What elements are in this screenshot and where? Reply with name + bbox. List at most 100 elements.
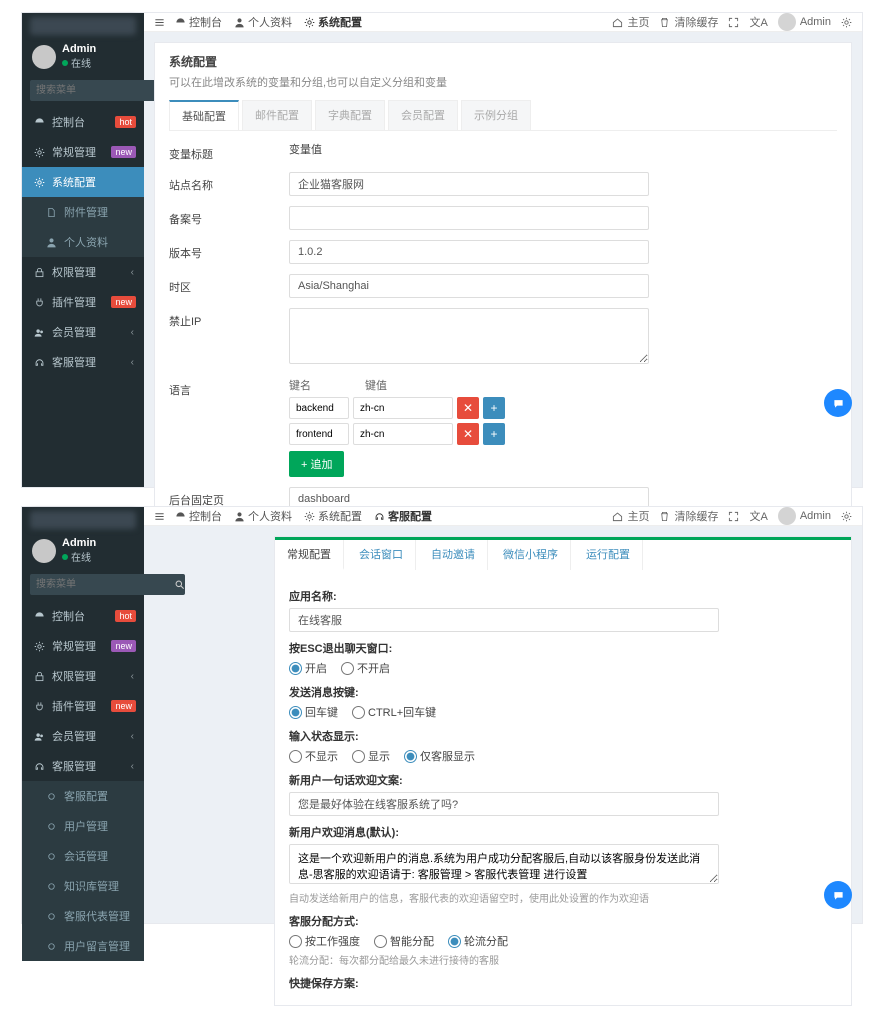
input-welcome[interactable] bbox=[289, 792, 719, 816]
radio-input[interactable] bbox=[352, 750, 365, 763]
topbar-user[interactable]: Admin bbox=[778, 507, 831, 525]
radio-input[interactable] bbox=[448, 935, 461, 948]
breadcrumb-item[interactable]: 控制台 bbox=[175, 14, 222, 30]
home-link[interactable]: 主页 bbox=[612, 14, 649, 30]
breadcrumb-item[interactable]: 客服配置 bbox=[374, 508, 432, 524]
radio-option[interactable]: 按工作强度 bbox=[289, 933, 360, 949]
tab[interactable]: 字典配置 bbox=[315, 100, 385, 130]
radio-input[interactable] bbox=[289, 750, 302, 763]
breadcrumb-item[interactable]: 个人资料 bbox=[234, 14, 292, 30]
breadcrumb-item[interactable]: 控制台 bbox=[175, 508, 222, 524]
clear-cache-button[interactable]: 清除缓存 bbox=[659, 14, 718, 30]
tab[interactable]: 微信小程序 bbox=[491, 540, 571, 570]
tab[interactable]: 运行配置 bbox=[574, 540, 643, 570]
toggle-sidebar-button[interactable] bbox=[154, 17, 165, 28]
radio-option[interactable]: 智能分配 bbox=[374, 933, 434, 949]
sidebar-item[interactable]: 常规管理new bbox=[22, 137, 144, 167]
input-version[interactable] bbox=[289, 240, 649, 264]
sidebar-item[interactable]: 系统配置 bbox=[22, 167, 144, 197]
home-link[interactable]: 主页 bbox=[612, 508, 649, 524]
kv-key-input[interactable] bbox=[289, 423, 349, 445]
radio-input[interactable] bbox=[374, 935, 387, 948]
tab[interactable]: 基础配置 bbox=[169, 100, 239, 130]
sidebar-item[interactable]: 客服管理‹ bbox=[22, 347, 144, 377]
kv-add-button[interactable]: + bbox=[483, 397, 505, 419]
headset-icon bbox=[32, 761, 46, 772]
radio-esc: 开启不开启 bbox=[289, 660, 837, 676]
sidebar-item[interactable]: 用户管理 bbox=[22, 811, 144, 841]
sidebar-item[interactable]: 客服代表管理 bbox=[22, 901, 144, 931]
sidebar-item[interactable]: 权限管理‹ bbox=[22, 661, 144, 691]
headset-icon bbox=[32, 357, 46, 368]
radio-option[interactable]: 开启 bbox=[289, 660, 327, 676]
radio-input[interactable] bbox=[289, 662, 302, 675]
radio-option[interactable]: 仅客服显示 bbox=[404, 748, 475, 764]
bars-icon bbox=[154, 511, 165, 522]
input-beian[interactable] bbox=[289, 206, 649, 230]
kefu-panel: 常规配置会话窗口自动邀请微信小程序运行配置 应用名称: 按ESC退出聊天窗口: … bbox=[274, 536, 852, 1006]
radio-option[interactable]: 回车键 bbox=[289, 704, 338, 720]
radio-option[interactable]: 不开启 bbox=[341, 660, 390, 676]
settings-button[interactable] bbox=[841, 511, 852, 522]
chat-bubble-button[interactable] bbox=[824, 389, 852, 417]
sidebar-item[interactable]: 控制台hot bbox=[22, 107, 144, 137]
kv-key-input[interactable] bbox=[289, 397, 349, 419]
kv-val-input[interactable] bbox=[353, 397, 453, 419]
radio-option[interactable]: 轮流分配 bbox=[448, 933, 508, 949]
append-button[interactable]: + 追加 bbox=[289, 451, 344, 477]
sidebar-user[interactable]: Admin 在线 bbox=[22, 529, 144, 570]
toggle-sidebar-button[interactable] bbox=[154, 511, 165, 522]
kv-add-button[interactable]: + bbox=[483, 423, 505, 445]
fullscreen-button[interactable] bbox=[728, 17, 739, 28]
radio-option[interactable]: 显示 bbox=[352, 748, 390, 764]
lang-switch[interactable]: 文A bbox=[749, 508, 767, 524]
radio-option[interactable]: 不显示 bbox=[289, 748, 338, 764]
sidebar-item[interactable]: 附件管理 bbox=[22, 197, 144, 227]
sidebar-item[interactable]: 会话管理 bbox=[22, 841, 144, 871]
textarea-denyip[interactable] bbox=[289, 308, 649, 364]
tab[interactable]: 自动邀请 bbox=[419, 540, 488, 570]
kv-delete-button[interactable]: ✕ bbox=[457, 397, 479, 419]
breadcrumb-item[interactable]: 系统配置 bbox=[304, 14, 362, 30]
topbar-user[interactable]: Admin bbox=[778, 13, 831, 31]
sidebar-item[interactable]: 插件管理new bbox=[22, 287, 144, 317]
sidebar-item[interactable]: 个人资料 bbox=[22, 227, 144, 257]
kv-head-v: 键值 bbox=[365, 377, 387, 393]
tab[interactable]: 常规配置 bbox=[275, 540, 344, 570]
kv-val-input[interactable] bbox=[353, 423, 453, 445]
sidebar-item[interactable]: 权限管理‹ bbox=[22, 257, 144, 287]
sidebar-item[interactable]: 会员管理‹ bbox=[22, 317, 144, 347]
sidebar-item[interactable]: 客服配置 bbox=[22, 781, 144, 811]
radio-input[interactable] bbox=[341, 662, 354, 675]
input-timezone[interactable] bbox=[289, 274, 649, 298]
clear-cache-button[interactable]: 清除缓存 bbox=[659, 508, 718, 524]
breadcrumb-item[interactable]: 个人资料 bbox=[234, 508, 292, 524]
tab[interactable]: 邮件配置 bbox=[242, 100, 312, 130]
sidebar-item[interactable]: 知识库管理 bbox=[22, 871, 144, 901]
sidebar-item[interactable]: 客服管理‹ bbox=[22, 751, 144, 781]
input-site-name[interactable] bbox=[289, 172, 649, 196]
lang-switch[interactable]: 文A bbox=[749, 14, 767, 30]
tab[interactable]: 会话窗口 bbox=[347, 540, 416, 570]
sidebar-item[interactable]: 控制台hot bbox=[22, 601, 144, 631]
sidebar-user[interactable]: Admin 在线 bbox=[22, 35, 144, 76]
radio-input[interactable] bbox=[352, 706, 365, 719]
sidebar-item[interactable]: 常规管理new bbox=[22, 631, 144, 661]
online-dot-icon bbox=[62, 554, 68, 560]
kv-delete-button[interactable]: ✕ bbox=[457, 423, 479, 445]
input-appname[interactable] bbox=[289, 608, 719, 632]
textarea-welcomemsg[interactable] bbox=[289, 844, 719, 884]
radio-input[interactable] bbox=[289, 935, 302, 948]
sidebar-item[interactable]: 用户留言管理 bbox=[22, 931, 144, 961]
settings-button[interactable] bbox=[841, 17, 852, 28]
fullscreen-button[interactable] bbox=[728, 511, 739, 522]
tab[interactable]: 会员配置 bbox=[388, 100, 458, 130]
sidebar-item[interactable]: 会员管理‹ bbox=[22, 721, 144, 751]
tab[interactable]: 示例分组 bbox=[461, 100, 531, 130]
radio-option[interactable]: CTRL+回车键 bbox=[352, 704, 436, 720]
breadcrumb-item[interactable]: 系统配置 bbox=[304, 508, 362, 524]
radio-input[interactable] bbox=[289, 706, 302, 719]
sidebar-item[interactable]: 插件管理new bbox=[22, 691, 144, 721]
radio-input[interactable] bbox=[404, 750, 417, 763]
chat-bubble-button[interactable] bbox=[824, 881, 852, 909]
